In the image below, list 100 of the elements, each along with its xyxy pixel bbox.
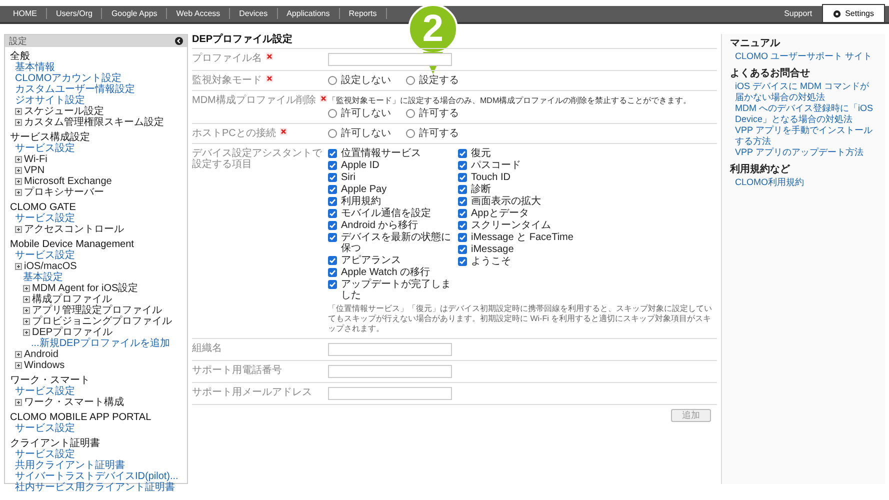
- nav-tab[interactable]: Reports: [340, 8, 387, 18]
- sidebar-item[interactable]: アプリ管理設定プロファイル: [32, 305, 162, 316]
- checkbox[interactable]: [328, 149, 337, 158]
- sidebar-link[interactable]: 基本情報: [15, 62, 55, 73]
- expand-plus-icon[interactable]: [15, 167, 22, 174]
- checkbox[interactable]: [328, 197, 337, 206]
- expand-plus-icon[interactable]: [23, 296, 30, 303]
- sidebar-item[interactable]: ワーク・スマート構成: [24, 397, 124, 408]
- nav-tab[interactable]: Support: [774, 4, 822, 22]
- help-link[interactable]: MDM へのデバイス登録時に「iOS Device」となる場合の対処法: [730, 103, 877, 125]
- help-link[interactable]: VPP アプリを手動でインストールする方法: [730, 125, 877, 147]
- help-link[interactable]: CLOMO ユーザーサポート サイト: [730, 51, 877, 62]
- expand-plus-icon[interactable]: [15, 189, 22, 196]
- checkbox[interactable]: [458, 221, 467, 230]
- checkbox[interactable]: [328, 173, 337, 182]
- expand-plus-icon[interactable]: [15, 119, 22, 126]
- help-link[interactable]: VPP アプリのアップデート方法: [730, 147, 877, 158]
- field-label: サポート用メールアドレス: [192, 387, 312, 398]
- radio-button[interactable]: [328, 109, 337, 118]
- input-field[interactable]: [328, 387, 452, 400]
- sidebar-item[interactable]: DEPプロファイル: [32, 327, 113, 338]
- expand-plus-icon[interactable]: [23, 329, 30, 336]
- expand-plus-icon[interactable]: [15, 156, 22, 163]
- sidebar-link[interactable]: サービス設定: [15, 449, 75, 460]
- expand-plus-icon[interactable]: [15, 362, 22, 369]
- expand-plus-icon[interactable]: [23, 307, 30, 314]
- sidebar-link[interactable]: ...新規DEPプロファイルを追加: [31, 338, 170, 349]
- checkbox[interactable]: [328, 233, 337, 242]
- checkbox[interactable]: [328, 161, 337, 170]
- nav-tab[interactable]: Google Apps: [102, 8, 168, 18]
- checkbox[interactable]: [458, 197, 467, 206]
- sidebar-item[interactable]: Wi-Fi: [24, 154, 48, 165]
- sidebar-link[interactable]: 社内サービス用クライアント証明書: [15, 482, 175, 493]
- expand-plus-icon[interactable]: [23, 285, 30, 292]
- checkbox-label: アピアランス: [341, 255, 401, 266]
- sidebar-item[interactable]: カスタム管理権限スキーム設定: [24, 117, 164, 128]
- sidebar-item[interactable]: Microsoft Exchange: [24, 176, 112, 187]
- nav-tab[interactable]: Settings: [822, 4, 885, 22]
- sidebar-item[interactable]: プロビジョニングプロファイル: [32, 316, 172, 327]
- checkbox-label: Android から移行: [341, 220, 418, 231]
- radio-button[interactable]: [328, 76, 337, 85]
- expand-plus-icon[interactable]: [15, 226, 22, 233]
- sidebar-link[interactable]: ジオサイト設定: [15, 95, 85, 106]
- checkbox[interactable]: [328, 185, 337, 194]
- sidebar-item[interactable]: iOS/macOS: [24, 261, 77, 272]
- sidebar-item[interactable]: VPN: [24, 165, 45, 176]
- help-link[interactable]: CLOMO利用規約: [730, 177, 877, 188]
- radio-button[interactable]: [406, 129, 415, 138]
- sidebar-heading: クライアント証明書: [10, 438, 101, 449]
- nav-tab[interactable]: HOME: [4, 8, 47, 18]
- sidebar-link[interactable]: サービス設定: [15, 143, 75, 154]
- radio-button[interactable]: [406, 109, 415, 118]
- sidebar-link[interactable]: サイバートラストデバイスID(pilot)...: [15, 471, 178, 482]
- checkbox[interactable]: [328, 209, 337, 218]
- input-field[interactable]: [328, 365, 452, 378]
- checkbox[interactable]: [458, 173, 467, 182]
- expand-plus-icon[interactable]: [15, 263, 22, 270]
- sidebar-item[interactable]: MDM Agent for iOS設定: [32, 283, 138, 294]
- expand-plus-icon[interactable]: [15, 108, 22, 115]
- sidebar-item[interactable]: スケジュール設定: [24, 106, 104, 117]
- sidebar-link[interactable]: カスタムユーザー情報設定: [15, 84, 135, 95]
- checkbox[interactable]: [458, 161, 467, 170]
- nav-tab[interactable]: Web Access: [167, 8, 230, 18]
- sidebar-link[interactable]: 共用クライアント証明書: [15, 460, 125, 471]
- checkbox[interactable]: [458, 257, 467, 266]
- expand-plus-icon[interactable]: [23, 318, 30, 325]
- checkbox[interactable]: [328, 268, 337, 277]
- radio-button[interactable]: [328, 129, 337, 138]
- checkbox[interactable]: [458, 233, 467, 242]
- sidebar-link[interactable]: サービス設定: [15, 250, 75, 261]
- input-field[interactable]: [328, 53, 452, 66]
- radio-button[interactable]: [406, 76, 415, 85]
- checkbox-label: アップデートが完了しました: [341, 279, 452, 301]
- collapse-icon[interactable]: [175, 37, 183, 45]
- nav-tab[interactable]: Users/Org: [47, 8, 102, 18]
- checkbox[interactable]: [458, 149, 467, 158]
- checkbox[interactable]: [328, 256, 337, 265]
- expand-plus-icon[interactable]: [15, 399, 22, 406]
- sidebar-link[interactable]: 基本設定: [23, 272, 63, 283]
- field-note: 「位置情報サービス」「復元」はデバイス初期設定時に携帯回線を利用すると、スキップ対象に設定していてもスキップが行えない場合があります。初期設定時に Wi-Fi を利用すると適切にスキップ対象項目がスキップされます。: [328, 304, 713, 334]
- input-field[interactable]: [328, 343, 452, 356]
- checkbox[interactable]: [328, 280, 337, 289]
- expand-plus-icon[interactable]: [15, 351, 22, 358]
- checkbox[interactable]: [458, 185, 467, 194]
- checkbox[interactable]: [328, 221, 337, 230]
- sidebar-link[interactable]: サービス設定: [15, 423, 75, 434]
- expand-plus-icon[interactable]: [15, 178, 22, 185]
- sidebar-item[interactable]: プロキシサーバー: [24, 187, 104, 198]
- sidebar-item[interactable]: アクセスコントロール: [24, 224, 124, 235]
- checkbox[interactable]: [458, 209, 467, 218]
- sidebar-item[interactable]: Android: [24, 349, 58, 360]
- sidebar-item[interactable]: Windows: [24, 360, 65, 371]
- sidebar-link[interactable]: CLOMOアカウント設定: [15, 73, 122, 84]
- nav-tab[interactable]: Applications: [278, 8, 340, 18]
- sidebar-link[interactable]: サービス設定: [15, 213, 75, 224]
- help-link[interactable]: iOS デバイスに MDM コマンドが届かない場合の対処法: [730, 81, 877, 103]
- sidebar-item[interactable]: 構成プロファイル: [32, 294, 112, 305]
- nav-tab[interactable]: Devices: [230, 8, 278, 18]
- sidebar-link[interactable]: サービス設定: [15, 386, 75, 397]
- checkbox[interactable]: [458, 245, 467, 254]
